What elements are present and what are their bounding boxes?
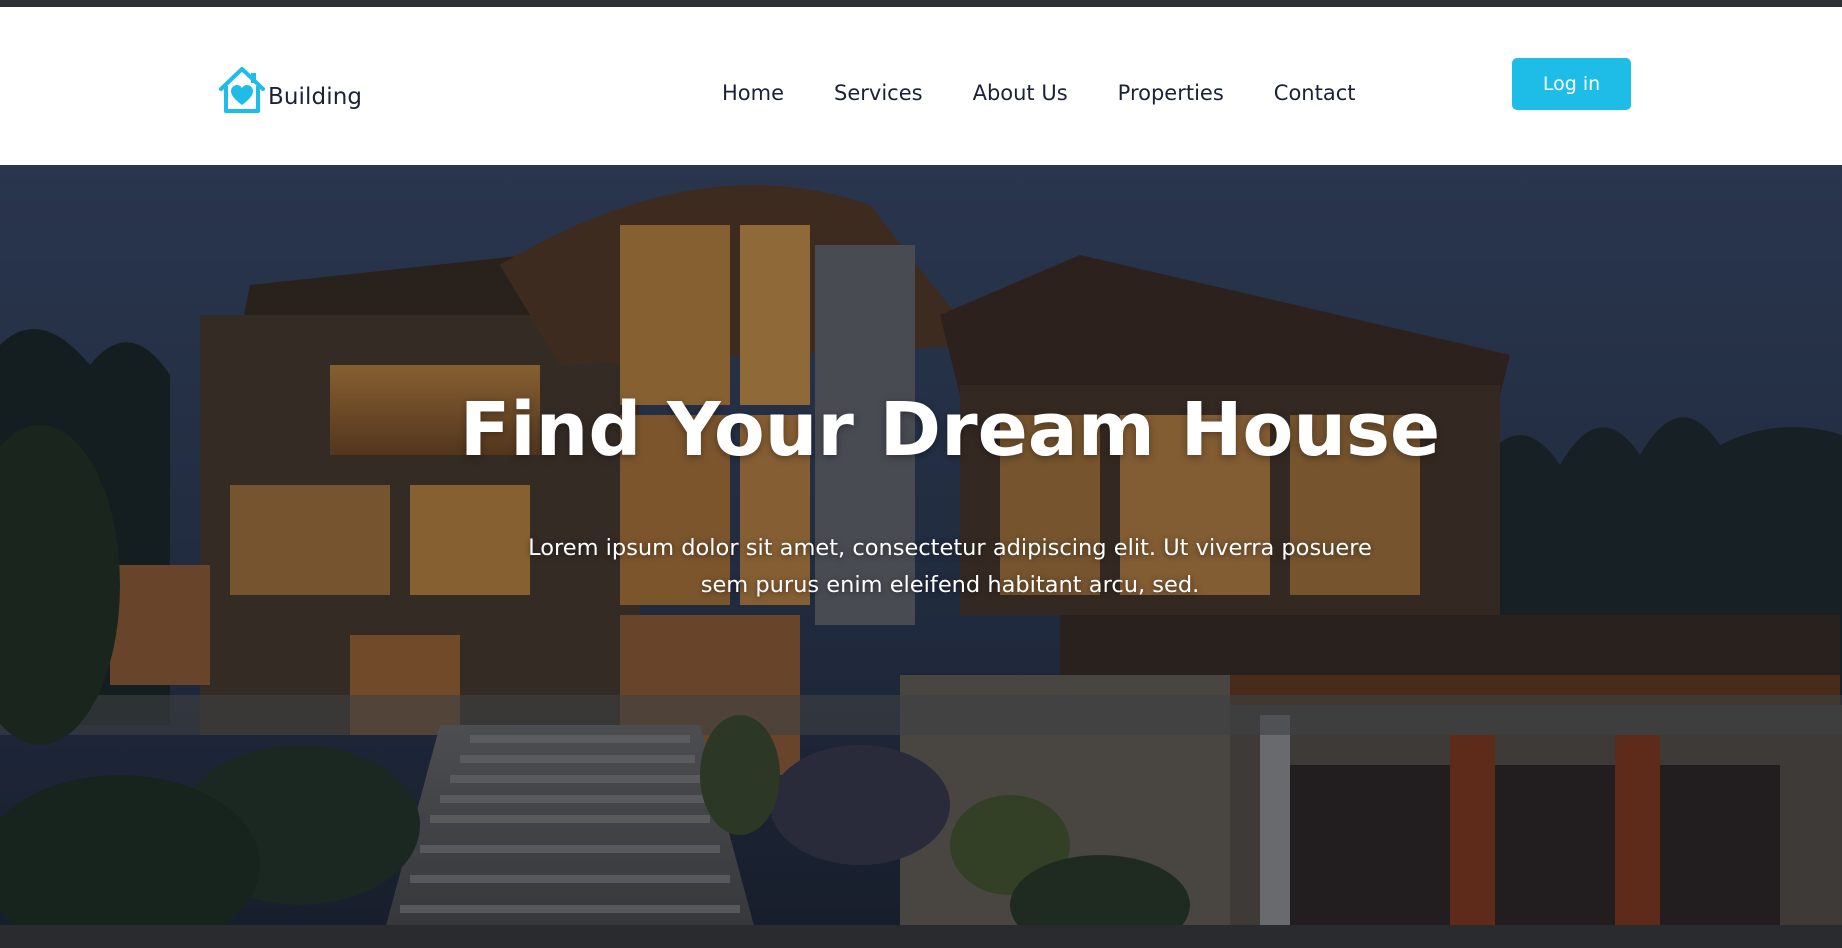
hero-section: Find Your Dream House Lorem ipsum dolor … [0,165,1842,948]
nav-link-home[interactable]: Home [722,81,784,105]
main-navigation: Home Services About Us Properties Contac… [722,75,1356,111]
house-heart-icon [219,67,265,113]
nav-link-about-us[interactable]: About Us [973,81,1068,105]
brand-logo[interactable]: Building [216,62,362,120]
brand-name: Building [268,84,363,110]
nav-link-contact[interactable]: Contact [1274,81,1356,105]
hero-title: Find Your Dream House [459,387,1441,473]
nav-link-properties[interactable]: Properties [1118,81,1224,105]
hero-subtitle: Lorem ipsum dolor sit amet, consectetur … [528,535,1372,598]
site-header: Building Home Services About Us Properti… [0,7,1842,165]
window-top-strip [0,0,1842,7]
login-button[interactable]: Log in [1512,58,1631,110]
nav-link-services[interactable]: Services [834,81,923,105]
